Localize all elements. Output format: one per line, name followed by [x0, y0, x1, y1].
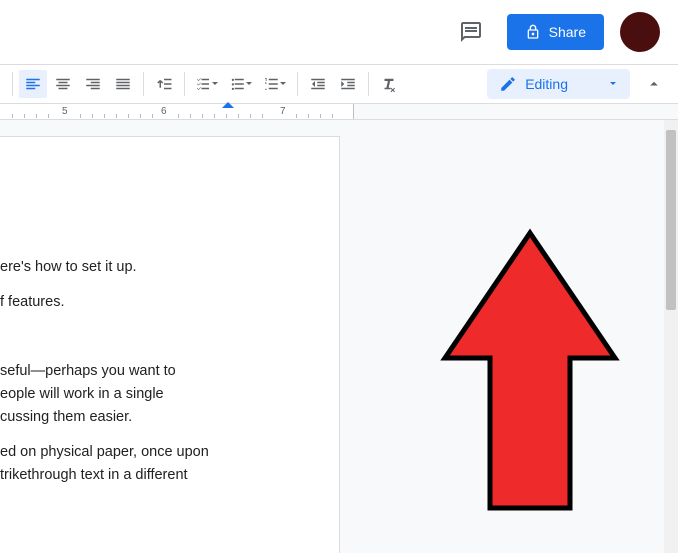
comment-icon: [459, 20, 483, 44]
document-page[interactable]: ere's how to set it up. f features. sefu…: [0, 136, 340, 553]
ruler-inner: 5 6 7: [0, 104, 354, 119]
scrollbar-thumb[interactable]: [666, 130, 676, 310]
decrease-indent-button[interactable]: [304, 70, 332, 98]
share-label: Share: [549, 24, 586, 40]
doc-line: cussing them easier.: [0, 407, 315, 428]
editing-mode-label: Editing: [525, 76, 568, 92]
indent-marker-icon[interactable]: [222, 102, 234, 114]
bulleted-list-button[interactable]: [225, 70, 257, 98]
ruler-tick-6: 6: [161, 106, 167, 117]
chevron-up-icon: [645, 75, 663, 93]
align-left-button[interactable]: [19, 70, 47, 98]
open-comments-button[interactable]: [451, 12, 491, 52]
document-area: ere's how to set it up. f features. sefu…: [0, 120, 678, 553]
ruler[interactable]: 5 6 7: [0, 104, 678, 120]
editing-mode-button[interactable]: Editing: [487, 69, 630, 99]
caret-down-icon: [278, 79, 288, 89]
doc-line: seful—perhaps you want to: [0, 361, 315, 382]
increase-indent-button[interactable]: [334, 70, 362, 98]
line-spacing-button[interactable]: [150, 70, 178, 98]
separator: [368, 72, 369, 96]
doc-line: eople will work in a single: [0, 384, 315, 405]
align-center-button[interactable]: [49, 70, 77, 98]
formatting-toolbar: Editing: [0, 64, 678, 104]
doc-line: trikethrough text in a different: [0, 465, 315, 486]
ruler-tick-5: 5: [62, 106, 68, 117]
checklist-button[interactable]: [191, 70, 223, 98]
clear-formatting-button[interactable]: [375, 70, 403, 98]
collapse-toolbar-button[interactable]: [640, 70, 668, 98]
lock-icon: [525, 24, 541, 40]
separator: [297, 72, 298, 96]
doc-line: f features.: [0, 292, 315, 313]
vertical-scrollbar[interactable]: [664, 120, 678, 553]
separator: [12, 72, 13, 96]
account-avatar[interactable]: [620, 12, 660, 52]
separator: [184, 72, 185, 96]
caret-down-icon: [210, 79, 220, 89]
align-right-button[interactable]: [79, 70, 107, 98]
ruler-tick-7: 7: [280, 106, 286, 117]
caret-down-icon: [244, 79, 254, 89]
doc-line: ere's how to set it up.: [0, 257, 315, 278]
share-button[interactable]: Share: [507, 14, 604, 50]
doc-line: ed on physical paper, once upon: [0, 442, 315, 463]
annotation-arrow-icon: [440, 228, 620, 518]
caret-down-icon: [608, 79, 618, 89]
pencil-icon: [499, 75, 517, 93]
separator: [143, 72, 144, 96]
header-bar: Share: [0, 0, 678, 64]
numbered-list-button[interactable]: [259, 70, 291, 98]
align-justify-button[interactable]: [109, 70, 137, 98]
